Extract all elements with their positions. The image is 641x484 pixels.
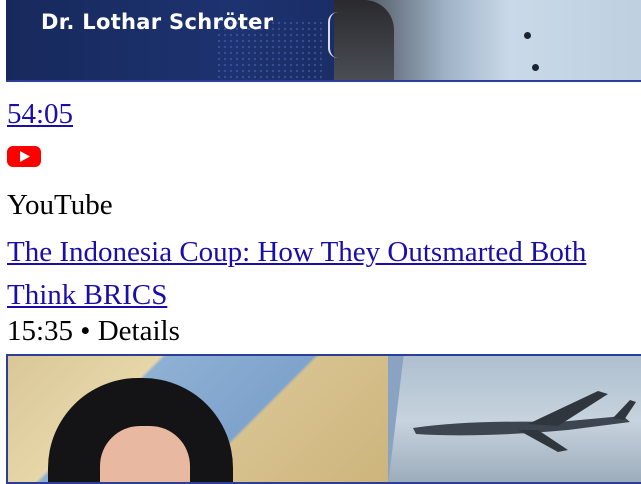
video-title-line-1: The Indonesia Coup: How They Outsmarted … bbox=[7, 236, 587, 268]
video-thumbnail-bottom[interactable] bbox=[6, 354, 641, 484]
shirt-button bbox=[524, 32, 531, 39]
thumbnail-name-text: Dr. Lothar Schröter bbox=[41, 10, 274, 34]
video-meta: 15:35 • Details bbox=[7, 315, 180, 347]
shirt-button bbox=[532, 64, 539, 71]
thumbnail-name-plate: Dr. Lothar Schröter bbox=[6, 0, 334, 80]
thumbnail-bracket bbox=[328, 12, 344, 58]
thumbnail-portrait bbox=[328, 0, 641, 80]
video-thumbnail-top[interactable]: Dr. Lothar Schröter bbox=[6, 0, 641, 82]
video-duration-link[interactable]: 54:05 bbox=[7, 98, 73, 131]
video-source-label: YouTube bbox=[7, 189, 113, 221]
drone-icon bbox=[413, 391, 636, 452]
video-title-link[interactable]: The Indonesia Coup: How They Outsmarted … bbox=[7, 231, 641, 317]
video-title-line-2: Think BRICS bbox=[7, 279, 168, 311]
youtube-icon bbox=[7, 146, 41, 167]
